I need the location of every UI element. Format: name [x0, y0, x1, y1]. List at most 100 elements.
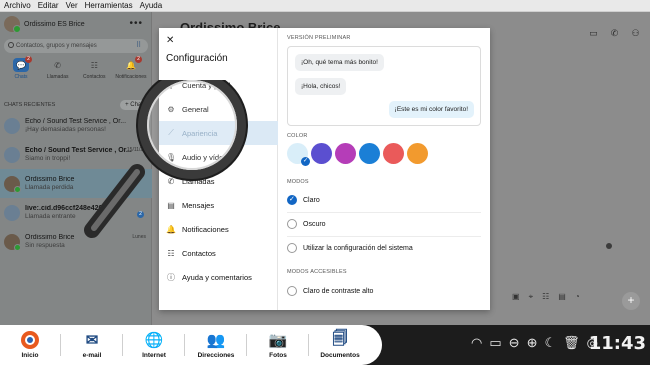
menu-herramientas[interactable]: Herramientas — [85, 1, 133, 10]
color-swatch[interactable] — [311, 143, 332, 164]
tab-calls[interactable]: ✆ Llamadas — [41, 58, 75, 90]
add-content-button[interactable]: + — [622, 292, 640, 310]
settings-item-help[interactable]: ⓘ Ayuda y comentarios — [159, 265, 278, 289]
more-options-icon[interactable]: ••• — [129, 18, 143, 29]
tab-chats[interactable]: 💬 Chats 2 — [4, 56, 38, 90]
tab-contacts[interactable]: ☷ Contactos — [77, 58, 111, 90]
mode-dark[interactable]: Oscuro — [287, 219, 326, 229]
taskbar: Inicio ✉ e-mail 🌐 Internet 👥 Direcciones… — [0, 325, 650, 365]
tab-notifications[interactable]: 🔔 Notificaciones 2 — [114, 56, 148, 90]
settings-item-account[interactable]: ⚲ Cuenta y perfil — [159, 73, 278, 97]
video-call-icon[interactable]: ▭ — [587, 28, 600, 39]
settings-nav: ✕ Configuración ⚲ Cuenta y perfil ⚙ Genera… — [159, 28, 278, 310]
radio[interactable] — [287, 286, 297, 296]
menu-ayuda[interactable]: Ayuda — [140, 1, 163, 10]
battery-icon[interactable]: ▭ — [489, 335, 501, 351]
settings-item-label: Ayuda y comentarios — [182, 272, 252, 282]
location-icon[interactable]: ⌖ — [529, 292, 534, 302]
settings-item-appearance[interactable]: ⟋ Apariencia — [159, 121, 278, 145]
audio-message-icon[interactable]: ◔ — [575, 292, 580, 302]
color-swatch[interactable] — [335, 143, 356, 164]
trash-icon[interactable]: 🗑 — [563, 335, 580, 351]
color-swatch[interactable] — [407, 143, 428, 164]
avatar — [4, 146, 20, 163]
unread-badge: 2 — [137, 211, 144, 218]
radio[interactable] — [287, 219, 297, 229]
settings-dialog: ✕ Configuración ⚲ Cuenta y perfil ⚙ Genera… — [159, 28, 490, 310]
chat-preview: Siamo in troppi! — [25, 155, 71, 162]
address-book-icon: 👥 — [206, 332, 226, 349]
taskbar-home[interactable]: Inicio — [4, 328, 56, 359]
menu-editar[interactable]: Editar — [38, 1, 59, 10]
moon-icon[interactable]: ☾ — [544, 335, 556, 351]
settings-item-messages[interactable]: ▤ Mensajes — [159, 193, 278, 217]
phone-icon[interactable]: ✆ — [608, 28, 621, 39]
radio-label: Oscuro — [303, 220, 326, 228]
taskbar-email[interactable]: ✉ e-mail — [66, 328, 118, 359]
color-swatch[interactable] — [383, 143, 404, 164]
color-swatches — [287, 143, 428, 166]
divider — [246, 334, 247, 356]
volume-down-icon[interactable]: ⊖ — [509, 335, 520, 351]
avatar — [4, 175, 21, 193]
tab-badge: 2 — [134, 56, 142, 63]
taskbar-apps: Inicio ✉ e-mail 🌐 Internet 👥 Direcciones… — [0, 325, 382, 365]
color-swatch[interactable] — [287, 143, 310, 166]
chat-name: Ordissimo Brice — [25, 176, 75, 183]
chat-name: Echo / Sound Test Service , Or... — [25, 118, 127, 125]
chat-name: Echo / Sound Test Service , Or... — [25, 147, 132, 154]
menu-archivo[interactable]: Archivo — [4, 1, 31, 10]
taskbar-documents[interactable]: 🗐 Documentos — [314, 328, 366, 360]
poll-icon[interactable]: ▤ — [558, 292, 566, 302]
avatar — [4, 233, 21, 251]
radio[interactable] — [287, 243, 297, 253]
dialpad-icon[interactable]: ⠿ — [136, 42, 144, 50]
settings-item-general[interactable]: ⚙ General — [159, 97, 278, 121]
settings-item-notifications[interactable]: 🔔 Notificaciones — [159, 217, 278, 241]
color-swatch[interactable] — [359, 143, 380, 164]
contact-card-icon[interactable]: ☷ — [542, 292, 549, 302]
contacts-icon: ☷ — [167, 248, 175, 258]
taskbar-photos[interactable]: 📷 Fotos — [252, 328, 304, 359]
mode-system[interactable]: Utilizar la configuración del sistema — [287, 243, 413, 253]
mode-light[interactable]: Claro — [287, 195, 320, 205]
divider — [287, 212, 481, 213]
mode-high-contrast[interactable]: Claro de contraste alto — [287, 286, 373, 296]
menu-ver[interactable]: Ver — [66, 1, 78, 10]
envelope-icon: ✉ — [85, 332, 99, 349]
list-item[interactable]: Echo / Sound Test Service , Or... Siamo … — [0, 140, 152, 169]
wifi-icon[interactable]: ◠ — [471, 335, 482, 351]
taskbar-addresses[interactable]: 👥 Direcciones — [190, 328, 242, 359]
chat-preview: Llamada entrante — [25, 213, 76, 220]
ordissimo-logo-icon — [18, 328, 42, 352]
chat-time: 15/11/21 — [126, 147, 146, 153]
taskbar-internet[interactable]: 🌐 Internet — [128, 328, 180, 359]
new-chat-button[interactable]: + Chat — [120, 100, 148, 110]
chat-list: Echo / Sound Test Service , Or... ¡Hay d… — [0, 111, 152, 256]
list-item[interactable]: Echo / Sound Test Service , Or... ¡Hay d… — [0, 111, 152, 140]
message-icon: ▤ — [167, 200, 175, 210]
clock: 11:43 — [588, 333, 646, 354]
avatar[interactable] — [4, 16, 21, 33]
appearance-panel: VERSIÓN PRELIMINAR ¡Oh, qué tema más bon… — [279, 28, 490, 310]
search-input[interactable]: Contactos, grupos y mensajes ⠿ — [4, 39, 148, 53]
taskbar-label: Inicio — [21, 352, 39, 359]
settings-item-contacts[interactable]: ☷ Contactos — [159, 241, 278, 265]
profile[interactable]: Ordissimo ES Brice — [4, 16, 85, 33]
close-icon[interactable]: ✕ — [166, 35, 174, 46]
chat-name: live:.cid.d96ccf248e426fe — [25, 205, 109, 212]
settings-item-audio-video[interactable]: 🎙 Audio y vídeo — [159, 145, 278, 169]
radio[interactable] — [287, 195, 297, 205]
image-icon[interactable]: ▣ — [512, 292, 520, 302]
settings-item-calls[interactable]: ✆ Llamadas — [159, 169, 278, 193]
mic-icon: 🎙 — [166, 152, 177, 162]
tab-badge: 2 — [25, 56, 32, 63]
preview-bubble: ¡Este es mi color favorito! — [388, 101, 474, 118]
list-item[interactable]: Ordissimo Brice Sin respuesta Lunes — [0, 227, 152, 256]
volume-up-icon[interactable]: ⊕ — [527, 335, 538, 351]
settings-item-label: Cuenta y perfil — [182, 80, 231, 90]
tab-label: Notificaciones — [115, 74, 147, 80]
list-item[interactable]: live:.cid.d96ccf248e426fe Llamada entran… — [0, 198, 152, 227]
list-item[interactable]: Ordissimo Brice Llamada perdida — [0, 169, 152, 198]
add-person-icon[interactable]: ⚇ — [629, 28, 642, 39]
